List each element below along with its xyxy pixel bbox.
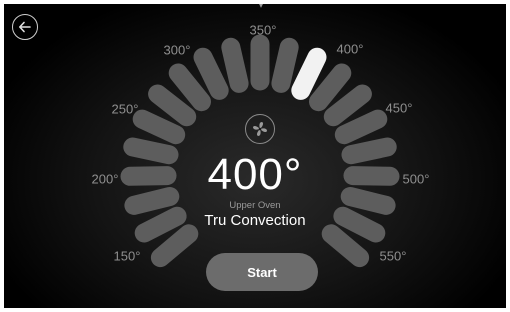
cooking-mode-label: Tru Convection bbox=[204, 212, 306, 229]
dial-segment[interactable] bbox=[221, 37, 249, 93]
scale-label-450[interactable]: 450° bbox=[386, 101, 413, 116]
dial-segment[interactable] bbox=[321, 224, 370, 268]
scale-label-300[interactable]: 300° bbox=[164, 43, 191, 58]
dial-segment[interactable] bbox=[168, 63, 211, 112]
start-button[interactable]: Start bbox=[206, 253, 318, 291]
dial-segment[interactable] bbox=[193, 47, 229, 100]
scale-label-400[interactable]: 400° bbox=[337, 42, 364, 57]
dial-segment-selected[interactable] bbox=[291, 47, 327, 100]
temperature-readout: 400° bbox=[207, 150, 303, 199]
dial-segment[interactable] bbox=[309, 63, 352, 112]
scale-label-250[interactable]: 250° bbox=[112, 102, 139, 117]
dial-segment[interactable] bbox=[271, 37, 299, 93]
scale-label-350[interactable]: 350° bbox=[250, 23, 277, 38]
dial-segment[interactable] bbox=[323, 84, 372, 127]
dial-segment[interactable] bbox=[132, 109, 186, 145]
dial-segment[interactable] bbox=[334, 109, 388, 145]
fan-icon bbox=[245, 114, 275, 144]
dial-segment[interactable] bbox=[148, 84, 197, 127]
scale-label-550[interactable]: 550° bbox=[380, 249, 407, 264]
fan-blades bbox=[253, 122, 267, 136]
oven-label: Upper Oven bbox=[229, 200, 281, 211]
dial-segment[interactable] bbox=[150, 224, 199, 268]
scale-label-150[interactable]: 150° bbox=[114, 249, 141, 264]
oven-control-screen: ▾ 150° 200° 250° 300° 350° 400° 450° 500… bbox=[4, 4, 506, 308]
